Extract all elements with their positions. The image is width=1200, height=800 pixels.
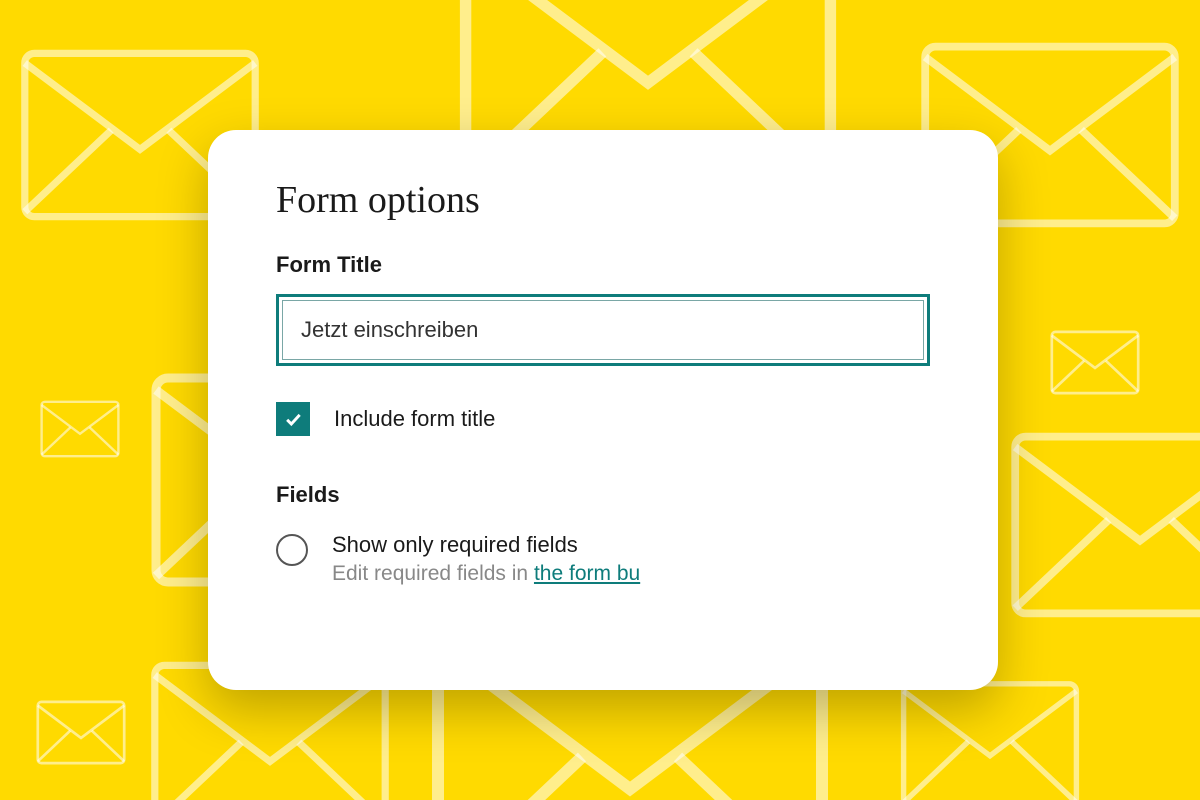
show-required-row: Show only required fields Edit required … [276,532,930,586]
include-title-row: Include form title [276,402,930,436]
form-title-input-wrap [276,294,930,366]
check-icon [283,409,303,429]
show-required-text: Show only required fields Edit required … [332,532,640,586]
envelope-icon [900,680,1080,800]
form-title-input[interactable] [282,300,924,360]
envelope-icon [36,700,126,765]
include-title-checkbox[interactable] [276,402,310,436]
show-required-label: Show only required fields [332,532,640,558]
envelope-icon [40,400,120,458]
form-options-panel: Form options Form Title Include form tit… [208,130,998,690]
envelope-icon [1050,330,1140,395]
hint-prefix: Edit required fields in [332,562,534,585]
envelope-icon [1010,430,1200,620]
edit-fields-hint: Edit required fields in the form bu [332,562,640,586]
panel-heading: Form options [276,178,930,222]
form-builder-link[interactable]: the form bu [534,562,640,585]
form-title-label: Form Title [276,252,930,278]
fields-section-label: Fields [276,482,930,508]
include-title-label: Include form title [334,406,495,432]
show-required-radio[interactable] [276,534,308,566]
